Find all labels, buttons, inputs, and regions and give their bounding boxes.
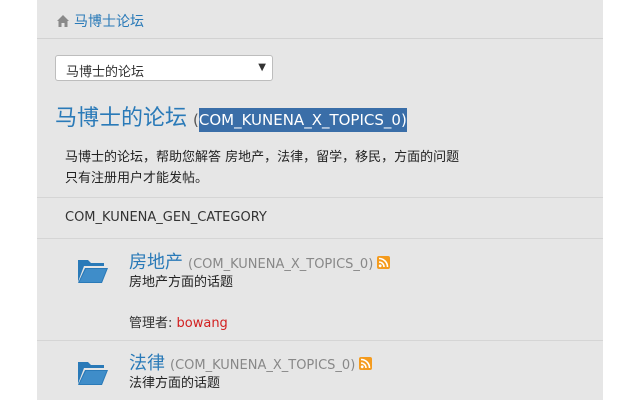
moderator-user-link[interactable]: bowang bbox=[177, 316, 228, 331]
rss-icon[interactable] bbox=[377, 256, 391, 269]
forum-title[interactable]: 马博士的论坛 bbox=[55, 100, 187, 132]
forum-topic-count: (COM_KUNENA_X_TOPICS_0) bbox=[193, 108, 407, 132]
moderator-label: 管理者: bbox=[129, 316, 177, 331]
forum-select-value: 马博士的论坛 bbox=[66, 65, 145, 80]
forum-select[interactable]: 马博士的论坛 ▼ bbox=[55, 55, 273, 81]
category-description: 法律方面的话题 bbox=[129, 376, 221, 391]
category-topic-count: (COM_KUNENA_X_TOPICS_0) bbox=[170, 358, 356, 373]
right-margin bbox=[603, 0, 640, 400]
breadcrumb: 马博士论坛 bbox=[37, 0, 603, 39]
category-topic-count: (COM_KUNENA_X_TOPICS_0) bbox=[188, 257, 374, 272]
forum-content: 马博士论坛 马博士的论坛 ▼ 马博士的论坛 (COM_KUNENA_X_TOPI… bbox=[37, 0, 603, 400]
forum-description-line-1: 马博士的论坛，帮助您解答 房地产，法律，留学，移民，方面的问题 bbox=[65, 150, 460, 165]
forum-count-selected-text[interactable]: COM_KUNENA_X_TOPICS_0) bbox=[198, 108, 407, 132]
divider bbox=[37, 238, 603, 239]
home-icon bbox=[57, 15, 69, 27]
category-header: COM_KUNENA_GEN_CATEGORY bbox=[65, 210, 267, 225]
rss-icon[interactable] bbox=[359, 357, 373, 370]
category-description: 房地产方面的话题 bbox=[129, 275, 234, 290]
chevron-down-icon: ▼ bbox=[258, 62, 266, 73]
folder-icon bbox=[78, 362, 108, 385]
folder-icon bbox=[78, 260, 108, 283]
breadcrumb-label: 马博士论坛 bbox=[74, 14, 144, 30]
forum-count-paren: ( bbox=[193, 111, 199, 129]
divider bbox=[37, 340, 603, 341]
forum-description: 马博士的论坛，帮助您解答 房地产，法律，留学，移民，方面的问题 只有注册用户才能… bbox=[65, 147, 459, 189]
divider bbox=[37, 197, 603, 198]
forum-title-row: 马博士的论坛 (COM_KUNENA_X_TOPICS_0) bbox=[55, 100, 407, 132]
forum-description-line-2: 只有注册用户才能发帖。 bbox=[65, 171, 209, 186]
breadcrumb-home-link[interactable]: 马博士论坛 bbox=[56, 11, 144, 31]
category-moderator: 管理者: bowang bbox=[129, 312, 228, 331]
